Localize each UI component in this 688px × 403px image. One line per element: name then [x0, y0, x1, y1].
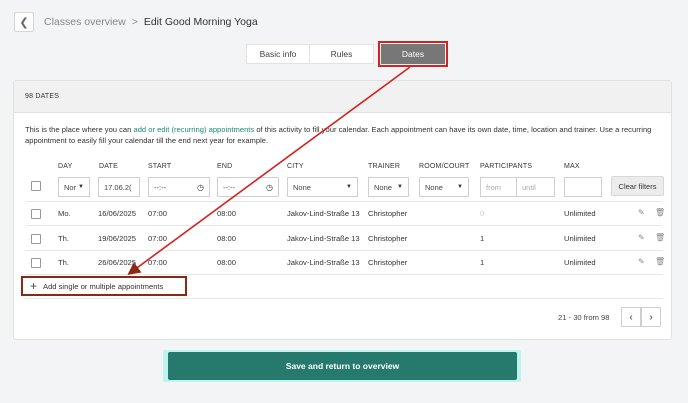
row-end: 08:00: [217, 209, 237, 218]
row-end: 08:00: [217, 234, 237, 243]
col-trainer: TRAINER: [368, 163, 401, 170]
pencil-icon[interactable]: ✎: [638, 208, 645, 217]
pencil-icon[interactable]: ✎: [638, 233, 645, 242]
tab-dates[interactable]: Dates: [381, 44, 445, 64]
max-filter[interactable]: [564, 177, 602, 197]
pencil-icon[interactable]: ✎: [638, 257, 645, 266]
chevron-down-icon: ▼: [457, 184, 463, 190]
tab-basic-info[interactable]: Basic info: [246, 44, 310, 64]
chevron-down-icon: ▼: [78, 184, 84, 190]
participants-from-placeholder: from: [486, 182, 501, 192]
row-city: Jakov-Lind-Straße 13: [287, 258, 360, 267]
day-filter[interactable]: Nor ▼: [58, 177, 90, 197]
col-room: ROOM/COURT: [419, 163, 470, 170]
pagination-info: 21 - 30 from 98: [558, 313, 610, 322]
chevron-left-icon: ‹: [629, 311, 633, 323]
trash-icon[interactable]: 🗑: [655, 208, 665, 217]
back-button[interactable]: ❮: [14, 12, 34, 32]
participants-from-input[interactable]: from: [480, 177, 517, 197]
page-title: Edit Good Morning Yoga: [143, 16, 258, 28]
tab-dates-highlight: Dates: [378, 41, 448, 67]
col-end: END: [217, 163, 233, 170]
description-link[interactable]: add or edit (recurring) appointments: [133, 125, 254, 134]
description: This is the place where you can add or e…: [25, 124, 665, 146]
row-date: 19/06/2025: [98, 234, 137, 243]
row-city: Jakov-Lind-Straße 13: [287, 234, 360, 243]
save-button[interactable]: Save and return to overview: [168, 352, 517, 380]
row-date: 26/06/2025: [98, 258, 137, 267]
row-checkbox[interactable]: [31, 258, 41, 268]
chevron-down-icon: ▼: [346, 184, 352, 190]
row-trainer: Christopher: [368, 209, 408, 218]
row-city: Jakov-Lind-Straße 13: [287, 209, 360, 218]
tab-bar: Basic info Rules Dates: [246, 41, 448, 67]
col-participants: PARTICIPANTS: [480, 163, 533, 170]
row-checkbox[interactable]: [31, 234, 41, 244]
chevron-down-icon: ▼: [397, 184, 403, 190]
start-filter-value: --:--: [154, 182, 167, 192]
clock-icon: ◷: [197, 182, 204, 192]
participants-until-placeholder: until: [522, 182, 536, 192]
clock-icon: ◷: [266, 182, 273, 192]
col-start: START: [148, 163, 172, 170]
start-filter[interactable]: --:-- ◷: [148, 177, 210, 197]
col-date: DATE: [99, 163, 118, 170]
add-appointments-button[interactable]: + Add single or multiple appointments: [21, 276, 187, 296]
trash-icon[interactable]: 🗑: [655, 257, 665, 266]
col-day: DAY: [58, 163, 73, 170]
trainer-filter-value: None: [374, 182, 392, 192]
end-filter-value: --:--: [223, 182, 236, 192]
row-max: Unlimited: [564, 258, 596, 267]
row-trainer: Christopher: [368, 234, 408, 243]
description-text: This is the place where you can: [25, 125, 134, 134]
add-appointments-label: Add single or multiple appointments: [43, 281, 164, 291]
divider: [25, 201, 663, 202]
divider: [25, 274, 663, 275]
row-trainer: Christopher: [368, 258, 408, 267]
col-max: MAX: [564, 163, 580, 170]
row-participants: 1: [480, 234, 485, 243]
chevron-left-icon: ❮: [19, 16, 29, 29]
row-start: 07:00: [148, 234, 168, 243]
date-filter[interactable]: 17.06.2(: [98, 177, 140, 197]
trash-icon[interactable]: 🗑: [655, 233, 665, 242]
participants-until-input[interactable]: until: [517, 177, 555, 197]
room-filter-value: None: [425, 182, 443, 192]
breadcrumb-separator: >: [131, 16, 138, 28]
row-participants: 1: [480, 258, 485, 267]
row-start: 07:00: [148, 209, 168, 218]
row-checkbox[interactable]: [31, 209, 41, 219]
next-page-button[interactable]: ›: [641, 307, 661, 327]
city-filter[interactable]: None ▼: [287, 177, 358, 197]
row-start: 07:00: [148, 258, 168, 267]
trainer-filter[interactable]: None ▼: [368, 177, 409, 197]
row-max: Unlimited: [564, 209, 596, 218]
clear-filters-button[interactable]: Clear filters: [611, 176, 664, 196]
chevron-right-icon: ›: [649, 311, 653, 323]
tab-rules[interactable]: Rules: [310, 44, 374, 64]
select-all-checkbox[interactable]: [31, 181, 41, 191]
prev-page-button[interactable]: ‹: [621, 307, 641, 327]
row-max: Unlimited: [564, 234, 596, 243]
end-filter[interactable]: --:-- ◷: [217, 177, 279, 197]
city-filter-value: None: [293, 182, 311, 192]
row-day: Th.: [58, 234, 69, 243]
divider: [25, 250, 663, 251]
day-filter-value: Nor: [64, 182, 77, 192]
col-city: CITY: [287, 163, 304, 170]
row-day: Mo.: [58, 209, 71, 218]
row-end: 08:00: [217, 258, 237, 267]
row-day: Th.: [58, 258, 69, 267]
plus-icon: +: [30, 279, 38, 293]
row-participants: 0: [480, 209, 485, 218]
row-date: 16/06/2025: [98, 209, 137, 218]
dates-card: 98 DATES This is the place where you can…: [13, 80, 672, 340]
page-header: ❮ Classes overview > Edit Good Morning Y…: [14, 12, 258, 32]
date-filter-value: 17.06.2(: [104, 182, 132, 192]
divider: [25, 298, 663, 299]
room-filter[interactable]: None ▼: [419, 177, 469, 197]
card-title: 98 DATES: [14, 81, 671, 113]
breadcrumb-parent[interactable]: Classes overview: [44, 16, 126, 28]
divider: [25, 225, 663, 226]
